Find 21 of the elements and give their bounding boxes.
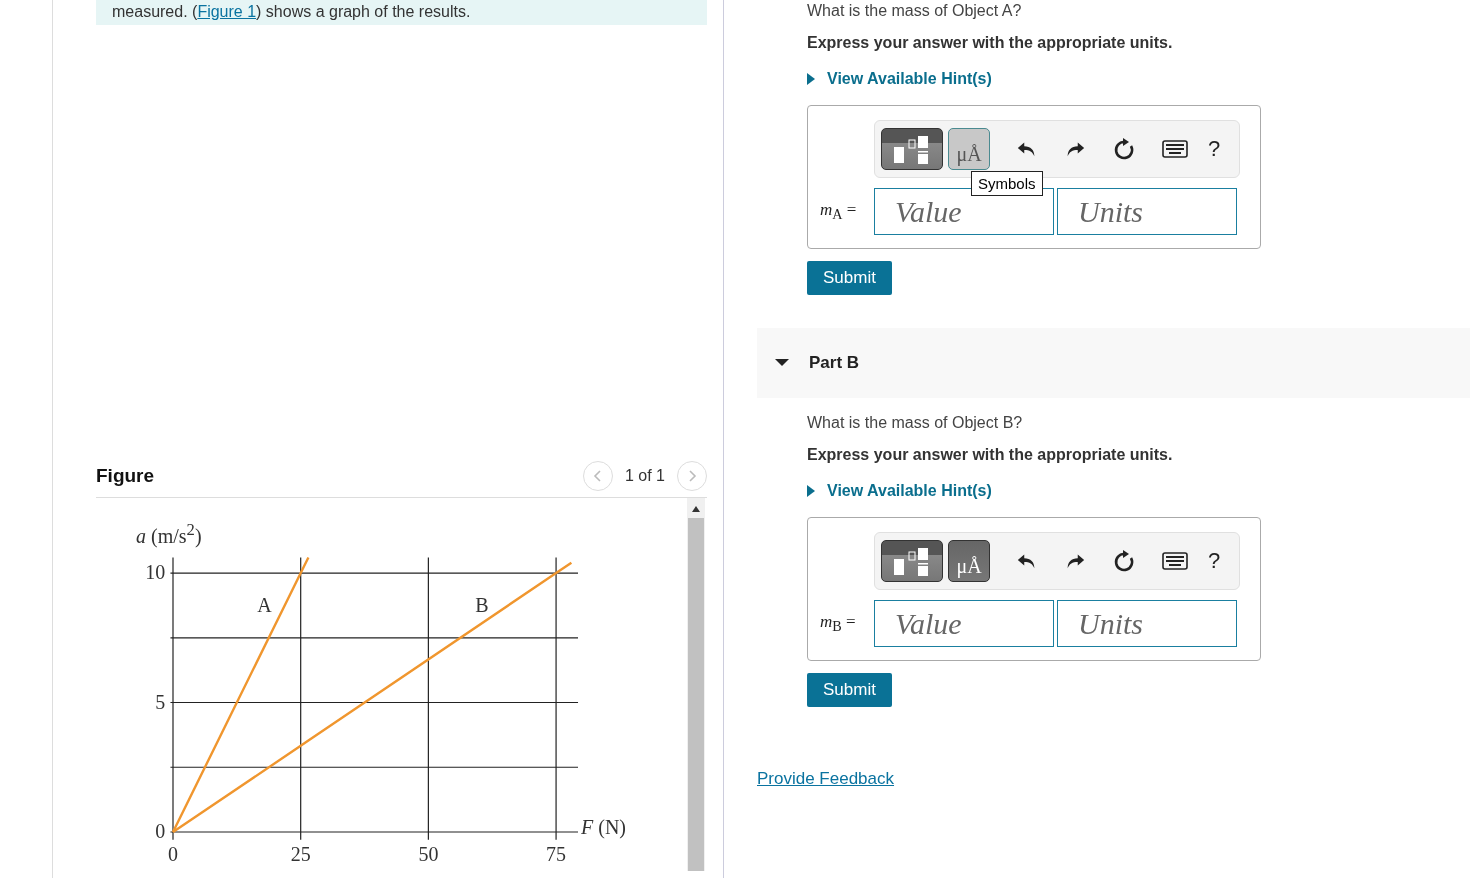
x-tick-label: 0 [168, 843, 178, 865]
intro-text: measured. (Figure 1) shows a graph of the results. [112, 3, 471, 21]
page-counter: 1 of 1 [624, 467, 665, 485]
instruction-text: Express your answer with the appropriate units. [807, 34, 1174, 52]
y-axis-label: a (m/s$^{2}$) [136, 520, 203, 548]
tooltip: Symbols [971, 171, 1043, 196]
variable-label: m$_{A}$ = [820, 199, 858, 224]
x-tick-label: 50 [418, 843, 439, 865]
figure-title: Figure [96, 465, 155, 487]
question-text: What is the mass of Object B? [807, 414, 1024, 432]
question-text: What is the mass of Object A? [807, 2, 1023, 20]
y-tick-label: 10 [145, 561, 166, 584]
line-label: B [475, 593, 489, 616]
line-label: A [257, 593, 272, 616]
variable-label: m$_{B}$ = [820, 611, 857, 636]
x-tick-label: 25 [290, 843, 311, 865]
instruction-text: Express your answer with the appropriate units. [807, 446, 1174, 464]
y-tick-label: 0 [155, 820, 166, 842]
x-tick-label: 75 [546, 843, 567, 865]
y-tick-label: 5 [155, 690, 166, 713]
x-axis-label: F (N) [581, 816, 627, 839]
